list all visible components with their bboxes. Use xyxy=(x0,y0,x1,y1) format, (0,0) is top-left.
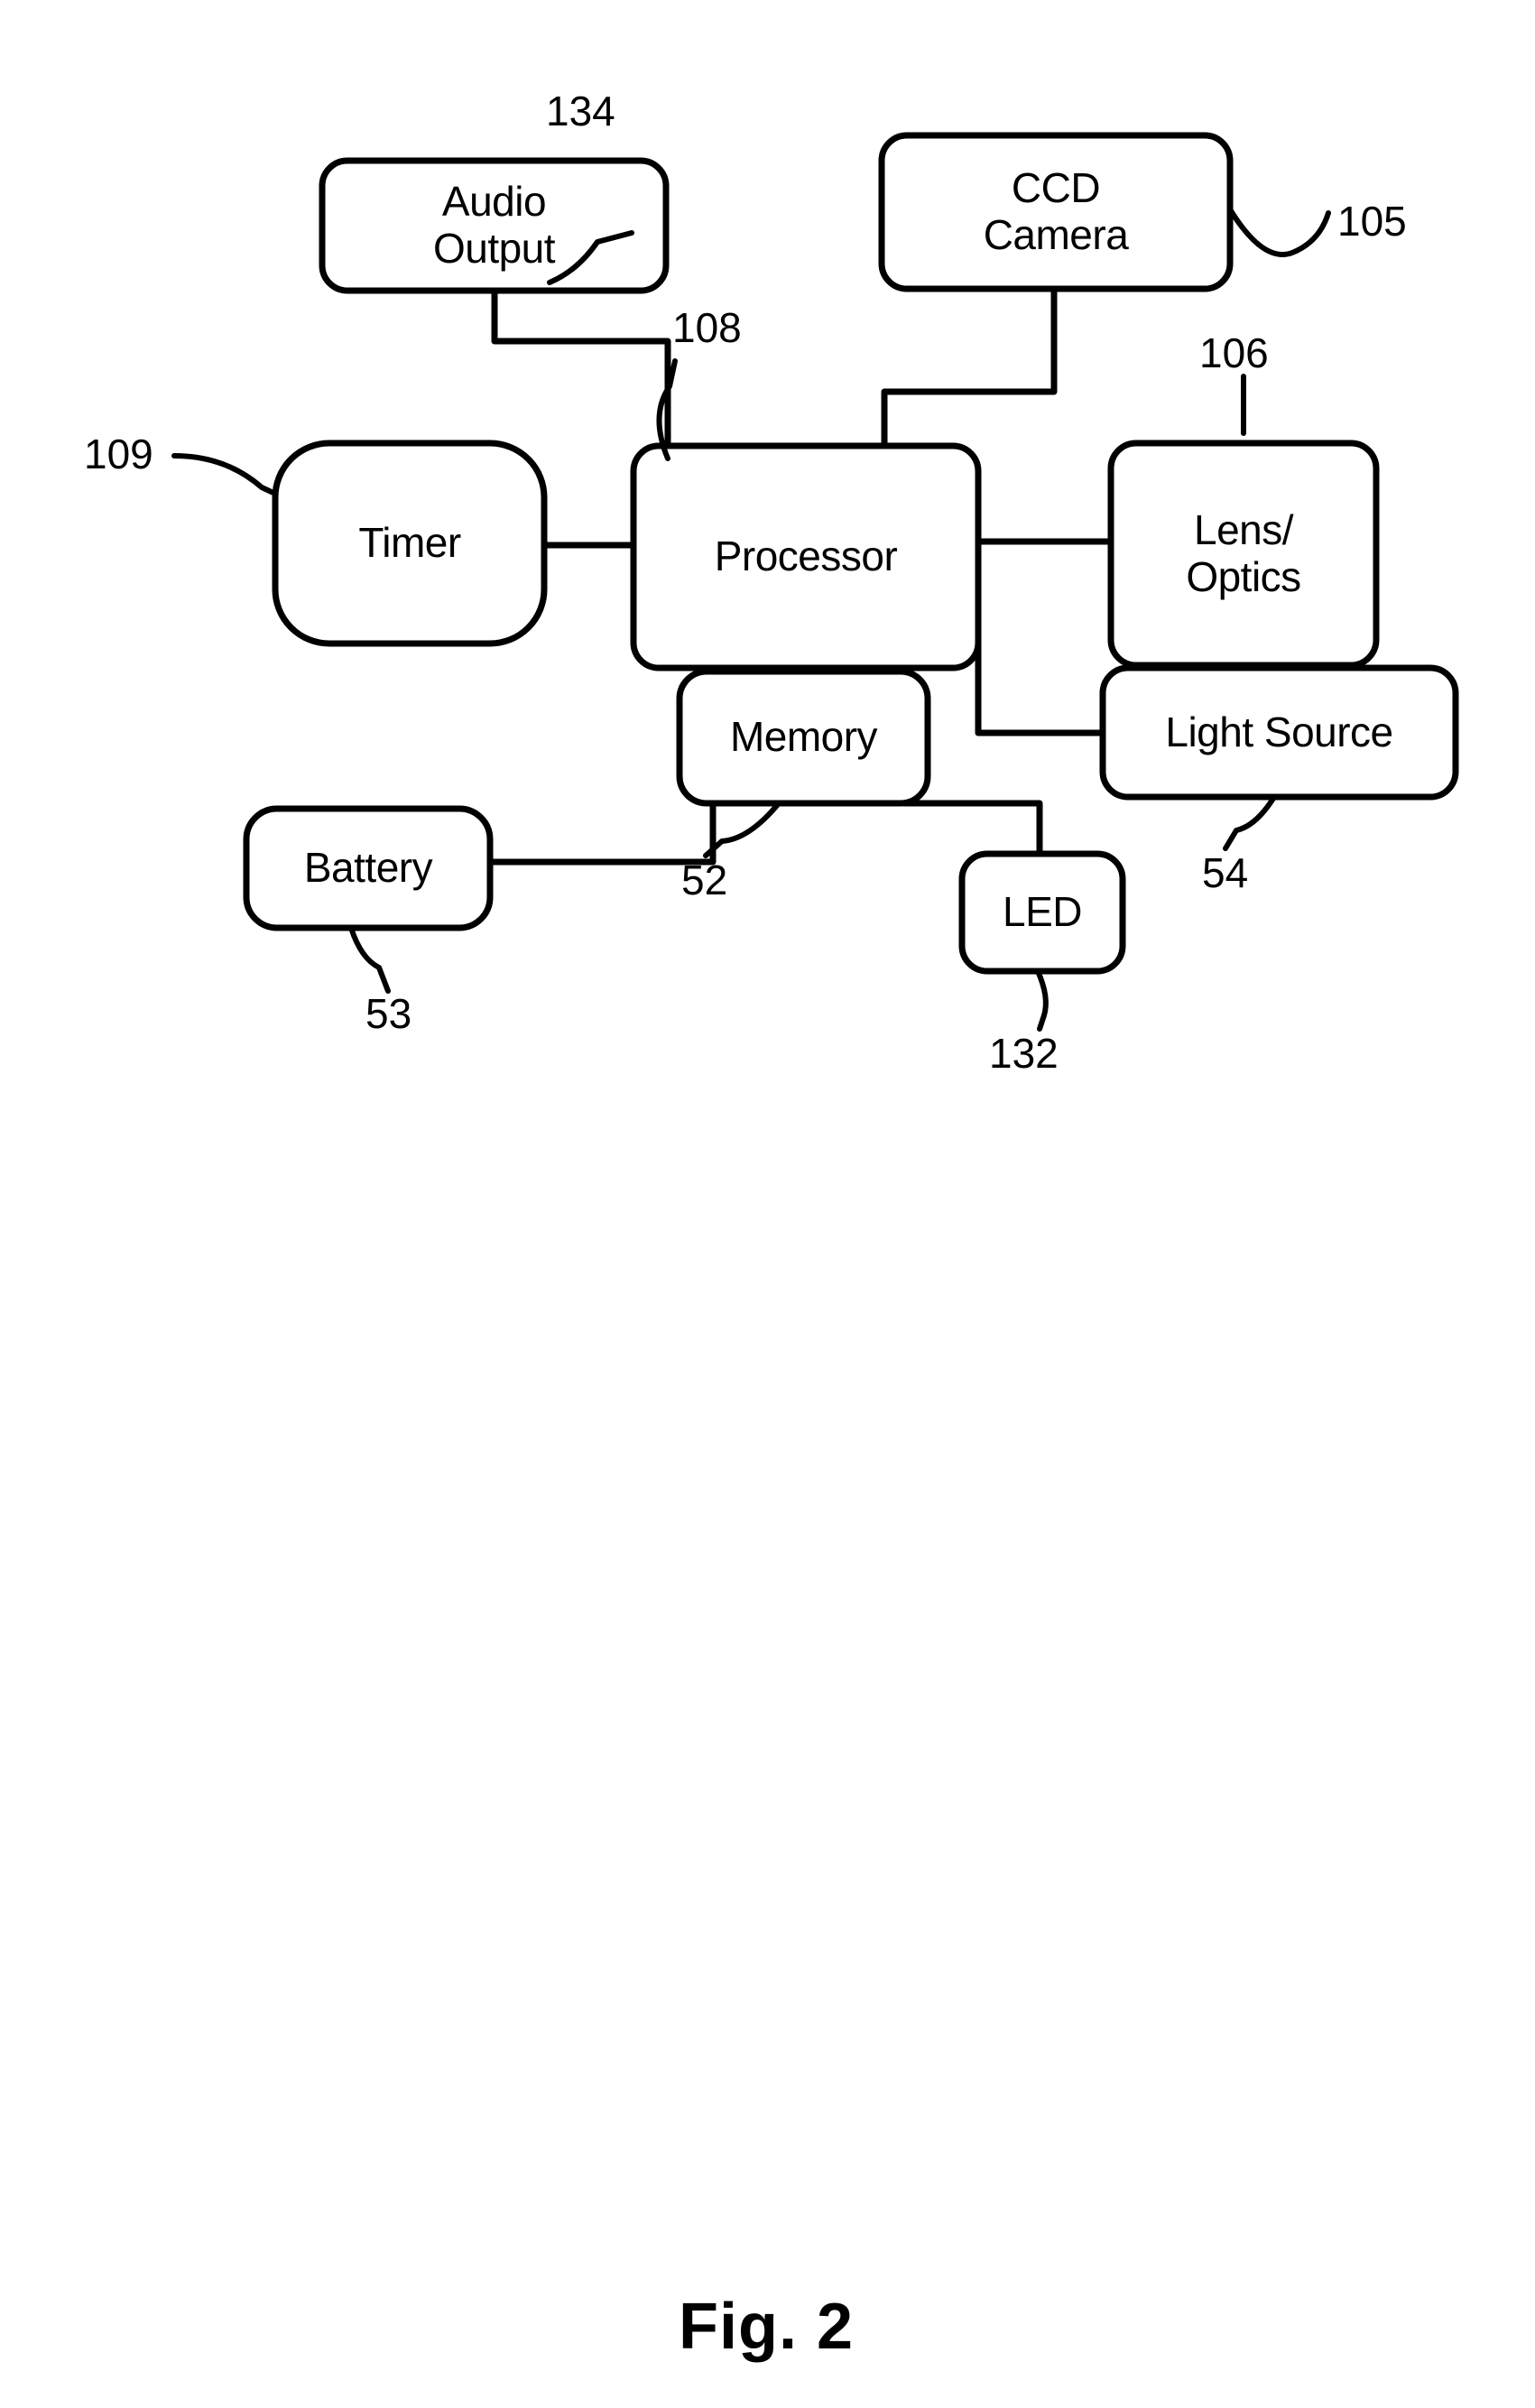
ref-label-106: 106 xyxy=(1199,329,1269,376)
block-memory xyxy=(676,668,931,807)
block-timer xyxy=(272,440,548,647)
ref-label-105: 105 xyxy=(1337,198,1407,245)
block-audio-output xyxy=(319,157,670,294)
block-processor xyxy=(630,442,982,671)
leader-52 xyxy=(703,801,781,858)
block-ccd-camera xyxy=(878,132,1234,292)
leader-132 xyxy=(1035,968,1049,1032)
ref-label-132: 132 xyxy=(989,1030,1059,1077)
leader-53 xyxy=(348,925,391,994)
ref-label-108: 108 xyxy=(672,304,742,351)
leader-109 xyxy=(171,453,278,496)
block-lens-optics xyxy=(1107,440,1380,669)
block-led xyxy=(958,850,1126,975)
figure-caption: Fig. 2 xyxy=(679,2291,855,2363)
connector-ccd-camera-processor xyxy=(881,285,1058,451)
block-light-source xyxy=(1099,664,1459,801)
ref-label-134: 134 xyxy=(546,88,615,134)
block-diagram-canvas xyxy=(171,132,1459,1032)
connector-processor-light-source xyxy=(975,578,1106,736)
connector-audio-output-processor xyxy=(491,287,671,462)
leader-54 xyxy=(1223,794,1277,851)
ref-label-52: 52 xyxy=(681,857,728,903)
block-battery xyxy=(243,805,494,931)
ref-label-109: 109 xyxy=(84,431,153,477)
figure-sheet: Audio Output CCD Camera Timer Processor … xyxy=(0,0,1535,2408)
ref-label-53: 53 xyxy=(365,990,412,1037)
ref-label-54: 54 xyxy=(1202,849,1249,896)
leader-105 xyxy=(1227,207,1331,257)
